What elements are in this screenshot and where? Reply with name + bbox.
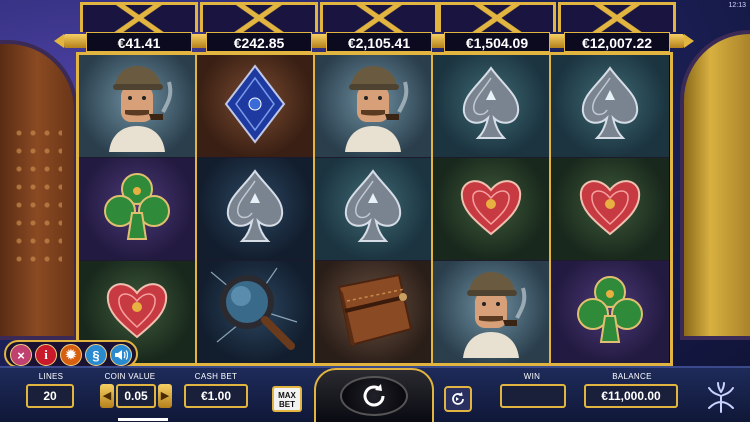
- reel-symbol: [79, 55, 195, 158]
- jackpot-5: €12,007.22: [558, 2, 676, 52]
- coin-value-slider[interactable]: [118, 418, 168, 421]
- leather-book-icon: [325, 267, 421, 358]
- balance-value: €11,000.00: [584, 384, 678, 408]
- jackpot-header: €41.41 €242.85 €2,105.41 €1,504.09 €12,0…: [54, 0, 694, 52]
- settings-button[interactable]: ✹: [60, 344, 82, 366]
- cash-bet-value: €1.00: [184, 384, 248, 408]
- bottom-bar: LINES 20 COIN VALUE ◀ 0.05 ▶ CASH BET €1…: [0, 366, 750, 422]
- reel-symbol: [433, 55, 549, 158]
- truss-decoration: [438, 2, 556, 32]
- lines-label: LINES: [38, 372, 64, 381]
- club-card-icon: [575, 272, 645, 353]
- reel-symbol: [197, 55, 313, 158]
- sound-button[interactable]: [110, 344, 132, 366]
- reel-symbol: [315, 158, 431, 261]
- coin-increase-button[interactable]: ▶: [158, 384, 172, 408]
- reel-symbol: [197, 261, 313, 363]
- truss-decoration: [320, 2, 438, 32]
- spade-card-icon: [338, 167, 408, 252]
- reel-symbol: [551, 55, 669, 158]
- max-bet-button[interactable]: MAX BET: [272, 386, 302, 412]
- autoplay-icon: [452, 392, 464, 405]
- reel-symbol: [551, 158, 669, 261]
- reel-symbol: [551, 261, 669, 363]
- rail-arrow-right: [684, 34, 694, 48]
- jackpot-value: €41.41: [86, 32, 192, 52]
- detective-icon: [443, 262, 539, 363]
- coin-value: 0.05: [116, 384, 156, 408]
- detective-icon: [89, 56, 185, 157]
- golden-door-right: [680, 30, 750, 340]
- spin-button[interactable]: [340, 376, 408, 416]
- reel-symbol: [433, 261, 549, 363]
- win-value: [500, 384, 566, 408]
- truss-decoration: [80, 2, 198, 32]
- reel-symbol: [315, 261, 431, 363]
- lines-value[interactable]: 20: [26, 384, 74, 408]
- spade-card-icon: [220, 167, 290, 252]
- jackpot-4: €1,504.09: [438, 2, 556, 52]
- door-studs: [12, 124, 62, 274]
- side-controls: × i ✹ §: [4, 340, 138, 368]
- truss-decoration: [200, 2, 318, 32]
- clock: 12:13: [728, 2, 746, 9]
- jackpot-1: €41.41: [80, 2, 198, 52]
- reel-1: [79, 55, 197, 363]
- cash-bet-label: CASH BET: [194, 372, 238, 381]
- club-card-icon: [102, 169, 172, 250]
- reel-symbol: [197, 158, 313, 261]
- reel-symbol: [433, 158, 549, 261]
- detective-icon: [325, 56, 421, 157]
- jackpot-value: €2,105.41: [326, 32, 432, 52]
- jackpot-value: €242.85: [206, 32, 312, 52]
- jackpot-3: €2,105.41: [320, 2, 438, 52]
- coin-value-label: COIN VALUE: [104, 372, 156, 381]
- balance-label: BALANCE: [612, 372, 652, 381]
- spin-arrow-icon: [363, 384, 385, 407]
- info-button[interactable]: i: [35, 344, 57, 366]
- autoplay-button[interactable]: [444, 386, 472, 412]
- reel-4: [433, 55, 551, 363]
- jackpot-value: €12,007.22: [564, 32, 670, 52]
- truss-decoration: [558, 2, 676, 32]
- reel-5: [551, 55, 669, 363]
- magnifying-glass-icon: [207, 262, 303, 363]
- diamond-card-icon: [220, 62, 290, 151]
- spade-card-icon: [456, 64, 526, 149]
- reel-grid: [76, 52, 673, 366]
- jackpot-value: €1,504.09: [444, 32, 550, 52]
- rail-arrow-left: [54, 34, 64, 48]
- rules-button[interactable]: §: [85, 344, 107, 366]
- heart-card-icon: [456, 172, 526, 247]
- spade-card-icon: [575, 64, 645, 149]
- reel-2: [197, 55, 315, 363]
- reel-symbol: [315, 55, 431, 158]
- speaker-icon: [115, 350, 128, 360]
- heart-card-icon: [575, 172, 645, 247]
- close-button[interactable]: ×: [10, 344, 32, 366]
- heart-card-icon: [102, 275, 172, 350]
- reel-3: [315, 55, 433, 363]
- win-label: WIN: [523, 372, 541, 381]
- wooden-door-left: [0, 40, 78, 340]
- reel-symbol: [79, 158, 195, 261]
- jackpot-2: €242.85: [200, 2, 318, 52]
- yggdrasil-logo-icon: [708, 382, 734, 413]
- coin-decrease-button[interactable]: ◀: [100, 384, 114, 408]
